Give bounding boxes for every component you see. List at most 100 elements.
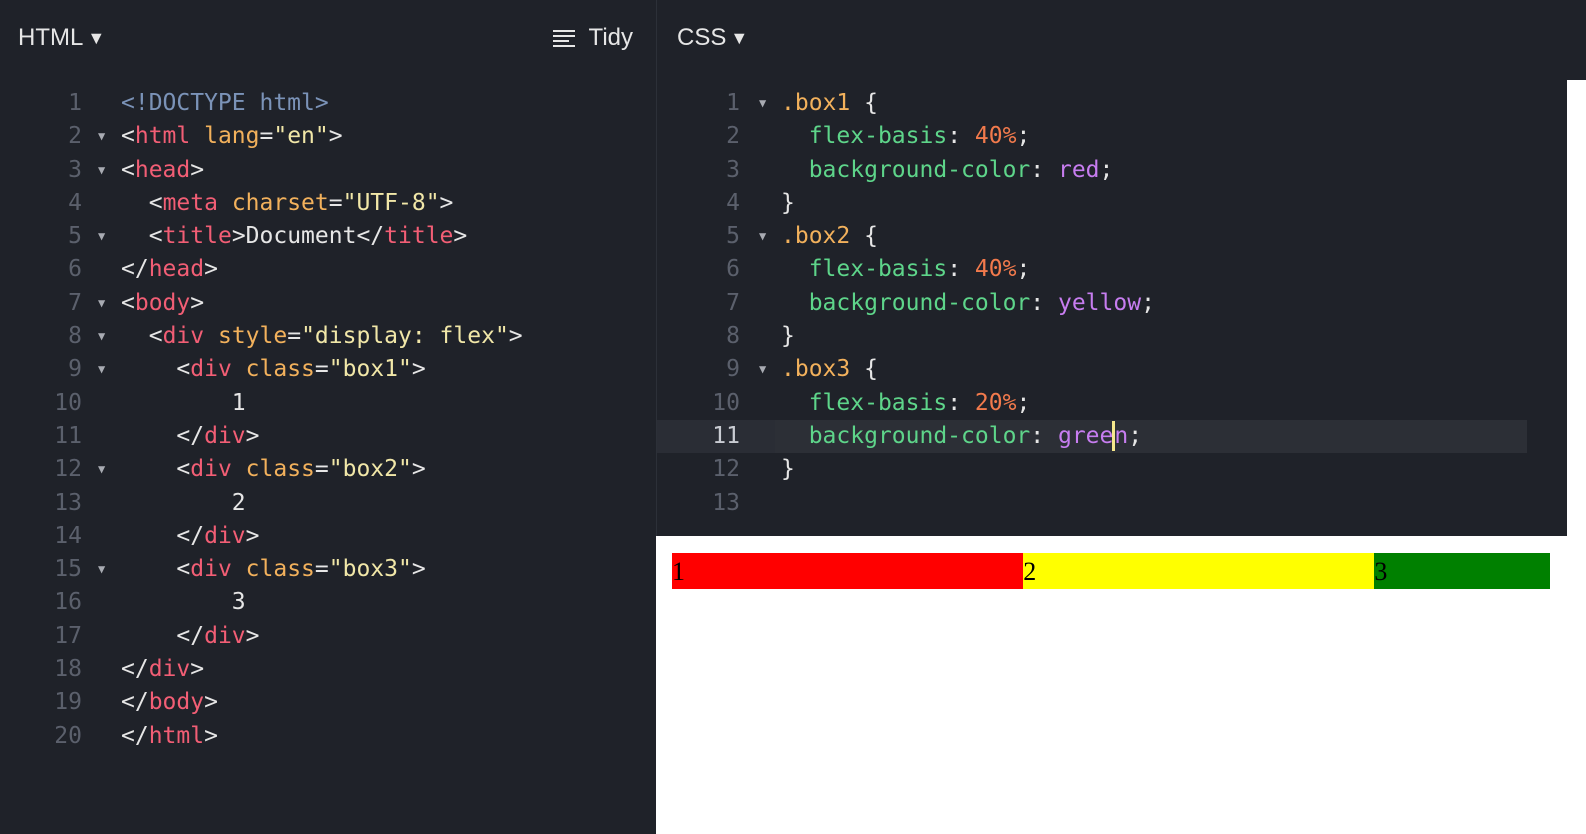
code-text: </html> (121, 720, 218, 753)
html-code-line[interactable]: 5 ▼ <title>Document</title> (0, 220, 655, 253)
code-token: "display: flex" (301, 323, 509, 350)
fold-toggle-icon[interactable]: ▼ (98, 120, 105, 153)
code-text: <!DOCTYPE html> (121, 87, 329, 120)
fold-toggle-icon[interactable]: ▼ (98, 453, 105, 486)
code-token: 20% (974, 389, 1017, 416)
fold-toggle-icon[interactable]: ▼ (98, 553, 105, 586)
html-code-line[interactable]: 19 </body> (0, 686, 655, 719)
css-code-line[interactable]: 10 flex-basis: 20%; (657, 387, 1586, 420)
fold-toggle-icon[interactable]: ▼ (98, 320, 105, 353)
html-code-line[interactable]: 6 </head> (0, 253, 655, 286)
code-text: <div class="box2"> (121, 453, 426, 486)
code-token: 3 (231, 589, 246, 616)
code-token: } (781, 189, 795, 216)
html-code-line[interactable]: 14 </div> (0, 520, 655, 553)
css-code-line[interactable]: 6 flex-basis: 40%; (657, 253, 1586, 286)
code-token: .box3 (781, 356, 851, 383)
css-code-line[interactable]: 3 background-color: red; (657, 154, 1586, 187)
css-code-line[interactable]: 1 ▼ .box1 { (657, 87, 1586, 120)
tidy-button[interactable]: Tidy (552, 24, 633, 52)
code-token: div (190, 356, 232, 383)
code-token: < (148, 189, 163, 216)
html-code-line[interactable]: 20 </html> (0, 720, 655, 753)
css-language-dropdown[interactable]: CSS ▼ (677, 24, 748, 52)
css-code-line[interactable]: 4} (657, 187, 1586, 220)
html-language-dropdown[interactable]: HTML ▼ (18, 24, 105, 52)
html-code-line[interactable]: 15 ▼ <div class="box3"> (0, 553, 655, 586)
code-token: flex-basis (808, 256, 948, 283)
code-token: > (245, 622, 260, 649)
html-editor-pane: HTML ▼ Tidy 1 <!DOCTYPE html> 2 ▼ <html lang… (0, 0, 655, 834)
line-number: 8 (726, 323, 740, 350)
code-text: flex-basis: 40%; (781, 253, 1031, 286)
html-code-line[interactable]: 11 </div> (0, 420, 655, 453)
fold-toggle-icon[interactable]: ▼ (98, 154, 105, 187)
css-code-line[interactable]: 7 background-color: yellow; (657, 287, 1586, 320)
fold-toggle-icon[interactable]: ▼ (98, 287, 105, 320)
fold-toggle-icon[interactable]: ▼ (98, 220, 105, 253)
code-token: > (245, 522, 260, 549)
fold-toggle-icon[interactable]: ▼ (759, 353, 766, 386)
code-token: meta (162, 189, 218, 216)
code-text: } (781, 453, 795, 486)
html-code-line[interactable]: 4 <meta charset="UTF-8"> (0, 187, 655, 220)
css-code-line[interactable]: 11 background-color: green; (657, 419, 1527, 454)
fold-toggle-icon[interactable]: ▼ (98, 353, 105, 386)
code-token: < (176, 456, 191, 483)
fold-toggle-icon[interactable]: ▼ (759, 87, 766, 120)
code-text: <title>Document</title> (121, 220, 468, 253)
css-code-line[interactable]: 9 ▼ .box3 { (657, 353, 1586, 386)
html-code-line[interactable]: 17 </div> (0, 620, 655, 653)
html-code-editor[interactable]: 1 <!DOCTYPE html> 2 ▼ <html lang="en"> 3 ▼ <hea… (0, 87, 655, 753)
code-token: } (781, 323, 795, 350)
html-code-line[interactable]: 16 3 (0, 586, 655, 619)
html-code-line[interactable]: 1 <!DOCTYPE html> (0, 87, 655, 120)
line-number: 4 (68, 189, 82, 216)
html-code-line[interactable]: 3 ▼ <head> (0, 154, 655, 187)
align-left-icon (552, 30, 575, 47)
css-code-line[interactable]: 2 flex-basis: 40%; (657, 120, 1586, 153)
line-number: 2 (68, 123, 82, 150)
code-token: class (245, 456, 315, 483)
code-token: = (314, 456, 329, 483)
css-code-line[interactable]: 5 ▼ .box2 { (657, 220, 1586, 253)
code-token: title (384, 223, 454, 250)
css-code-line[interactable]: 13 (657, 487, 1586, 520)
line-number: 7 (68, 289, 82, 316)
css-code-editor[interactable]: 1 ▼ .box1 {2 flex-basis: 40%; 3 background-… (657, 87, 1586, 520)
fold-toggle-icon[interactable]: ▼ (759, 220, 766, 253)
code-token: = (314, 356, 329, 383)
code-token: Document (245, 223, 357, 250)
line-number: 11 (712, 422, 740, 449)
html-code-line[interactable]: 7 ▼ <body> (0, 287, 655, 320)
code-token: < (121, 289, 135, 316)
code-token: < (148, 323, 163, 350)
flex-container: 1 2 3 (672, 553, 1550, 589)
code-text: <div style="display: flex"> (121, 320, 523, 353)
css-pane-header: CSS ▼ (657, 0, 1586, 80)
code-token: > (411, 456, 426, 483)
html-code-line[interactable]: 13 2 (0, 487, 655, 520)
html-code-line[interactable]: 12 ▼ <div class="box2"> (0, 453, 655, 486)
css-code-line[interactable]: 12} (657, 453, 1586, 486)
code-token: > (190, 156, 205, 183)
code-token: head (148, 256, 205, 283)
html-code-line[interactable]: 18 </div> (0, 653, 655, 686)
html-code-line[interactable]: 2 ▼ <html lang="en"> (0, 120, 655, 153)
html-code-line[interactable]: 8 ▼ <div style="display: flex"> (0, 320, 655, 353)
html-code-line[interactable]: 10 1 (0, 387, 655, 420)
html-code-line[interactable]: 9 ▼ <div class="box1"> (0, 353, 655, 386)
scrollbar-track[interactable] (1567, 80, 1586, 536)
code-token: { (850, 356, 878, 383)
html-pane-title: HTML (18, 24, 84, 51)
css-code-line[interactable]: 8} (657, 320, 1586, 353)
